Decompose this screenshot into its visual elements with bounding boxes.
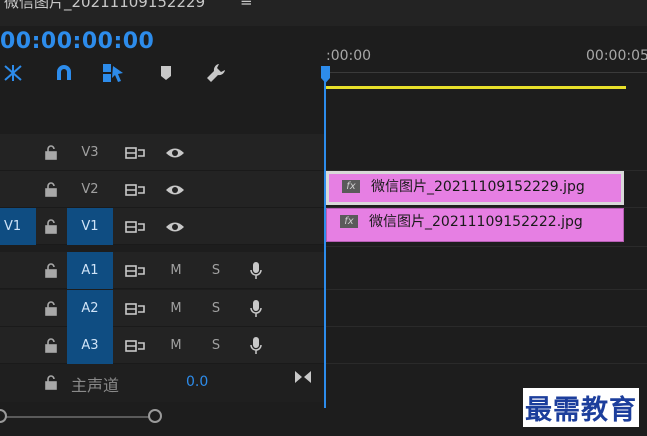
track-header-v1: V1 V1	[0, 208, 326, 245]
track-label-v3[interactable]: V3	[67, 134, 113, 171]
clip-name: 微信图片_20211109152222.jpg	[369, 214, 583, 230]
track-label-a2[interactable]: A2	[67, 290, 113, 327]
track-header-a3: A3 M S	[0, 327, 326, 364]
sync-lock-icon[interactable]	[124, 290, 146, 327]
lock-icon[interactable]	[43, 181, 59, 197]
microphone-icon[interactable]	[246, 252, 266, 289]
wrench-icon[interactable]	[203, 60, 229, 86]
playhead-line[interactable]	[324, 68, 326, 408]
lock-icon[interactable]	[43, 337, 59, 353]
track-row-divider	[326, 246, 647, 247]
track-header-v3: V3	[0, 134, 326, 171]
playhead-handle-icon[interactable]	[321, 66, 330, 83]
lock-icon[interactable]	[43, 218, 59, 234]
track-label-a3[interactable]: A3	[67, 327, 113, 364]
track-row-divider	[326, 326, 647, 327]
microphone-icon[interactable]	[246, 327, 266, 364]
ruler-start-label: :00:00	[326, 48, 372, 64]
track-row-divider	[326, 363, 647, 364]
lock-icon[interactable]	[43, 374, 59, 394]
solo-button[interactable]: S	[206, 327, 226, 364]
sync-lock-icon[interactable]	[124, 171, 146, 208]
lock-icon[interactable]	[43, 300, 59, 316]
fx-badge-icon: fx	[342, 180, 360, 193]
go-to-in-out-icon[interactable]	[294, 369, 312, 388]
sequence-tab-bar: 微信图片_20211109152229 ≡	[0, 0, 647, 26]
playhead-timecode[interactable]: 00:00:00:00	[0, 29, 154, 54]
sync-lock-icon[interactable]	[124, 134, 146, 171]
snap-icon[interactable]	[51, 60, 77, 86]
eye-icon[interactable]	[164, 134, 186, 171]
master-volume-value[interactable]: 0.0	[186, 374, 208, 390]
solo-button[interactable]: S	[206, 290, 226, 327]
clip-name: 微信图片_20211109152229.jpg	[371, 179, 585, 195]
track-header-spacer	[0, 92, 326, 132]
lock-icon[interactable]	[43, 144, 59, 160]
lock-icon[interactable]	[43, 262, 59, 278]
sequence-tab-title[interactable]: 微信图片_20211109152229	[4, 0, 205, 12]
fx-badge-icon: fx	[340, 215, 358, 228]
track-header-a2: A2 M S	[0, 290, 326, 327]
watermark-logo: 最需教育	[523, 388, 639, 427]
mute-button[interactable]: M	[166, 290, 186, 327]
scrollbar-right-handle[interactable]	[148, 409, 162, 423]
sync-lock-icon[interactable]	[124, 327, 146, 364]
mute-button[interactable]: M	[166, 252, 186, 289]
track-label-v2[interactable]: V2	[67, 171, 113, 208]
source-patch-v1[interactable]: V1	[0, 208, 36, 245]
ruler-end-label: 00:00:05	[586, 48, 647, 64]
marker-icon[interactable]	[153, 60, 179, 86]
work-area-bar[interactable]	[326, 86, 626, 89]
time-ruler[interactable]: :00:00 00:00:05	[326, 42, 647, 92]
ruler-ticks	[326, 72, 647, 80]
solo-button[interactable]: S	[206, 252, 226, 289]
track-row-divider	[326, 289, 647, 290]
microphone-icon[interactable]	[246, 290, 266, 327]
sync-lock-icon[interactable]	[124, 208, 146, 245]
track-label-a1[interactable]: A1	[67, 252, 113, 289]
scrollbar-track[interactable]	[0, 416, 160, 418]
hamburger-icon[interactable]: ≡	[240, 0, 253, 10]
eye-icon[interactable]	[164, 208, 186, 245]
track-header-a1: A1 M S	[0, 252, 326, 289]
eye-icon[interactable]	[164, 171, 186, 208]
master-track-label: 主声道	[71, 376, 120, 395]
track-header-v2: V2	[0, 171, 326, 208]
clip-v2[interactable]: fx 微信图片_20211109152229.jpg	[326, 171, 624, 205]
track-label-v1[interactable]: V1	[67, 208, 113, 245]
track-header-master: 主声道 0.0	[0, 364, 326, 402]
linked-selection-icon[interactable]	[100, 60, 126, 86]
clip-v1[interactable]: fx 微信图片_20211109152222.jpg	[326, 208, 624, 242]
mute-button[interactable]: M	[166, 327, 186, 364]
sync-lock-icon[interactable]	[124, 252, 146, 289]
nest-toggle-icon[interactable]	[0, 60, 26, 86]
